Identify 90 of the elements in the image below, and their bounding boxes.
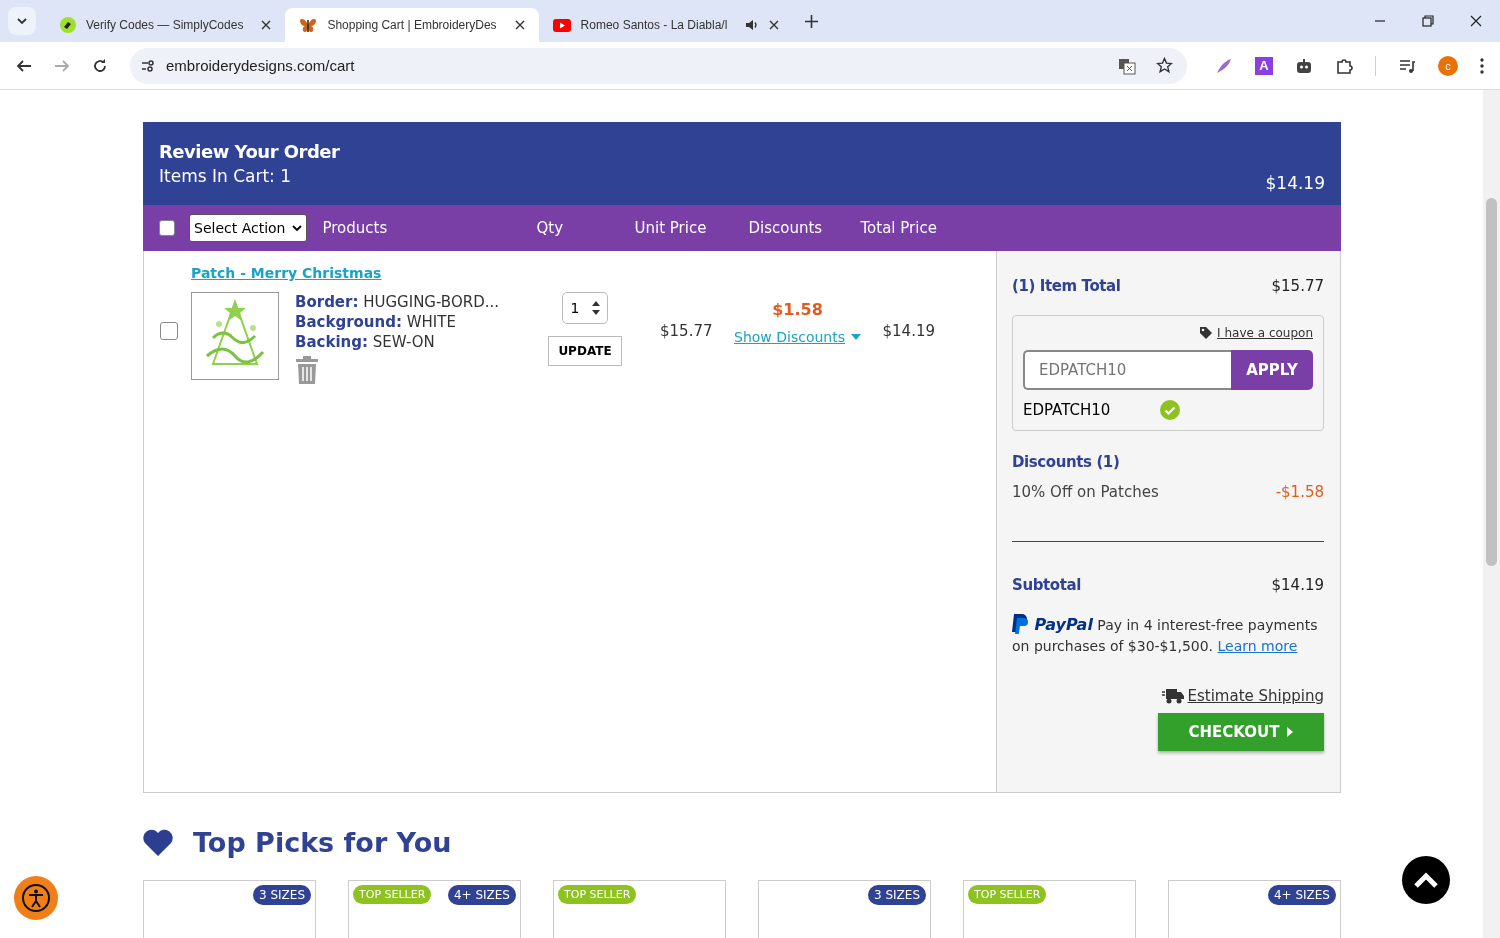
learn-more-link[interactable]: Learn more <box>1217 638 1298 654</box>
stepper-arrows-icon[interactable] <box>591 300 602 316</box>
item-total-label: (1) Item Total <box>1012 277 1121 295</box>
truck-icon <box>1161 688 1184 704</box>
more-menu-icon[interactable] <box>1480 57 1484 74</box>
scrollbar[interactable] <box>1483 90 1500 938</box>
unit-price: $15.77 <box>660 322 713 340</box>
action-select[interactable]: Select Action <box>189 214 307 242</box>
check-circle-icon <box>1160 400 1181 420</box>
chevron-up-icon <box>1413 871 1439 889</box>
product-option: Border: HUGGING-BORD... <box>295 292 545 312</box>
restore-icon[interactable] <box>1422 15 1434 27</box>
site-settings-icon[interactable] <box>140 57 156 74</box>
address-bar[interactable]: embroiderydesigns.com/cart <box>130 47 1187 84</box>
coupon-field[interactable]: EDPATCH10 <box>1023 350 1231 390</box>
url-text: embroiderydesigns.com/cart <box>166 57 355 74</box>
product-card[interactable]: 3 SIZES <box>758 880 931 938</box>
column-header: Products <box>322 219 389 237</box>
applied-coupon-code: EDPATCH10 <box>1023 401 1111 419</box>
column-header: Qty <box>536 219 565 237</box>
close-icon[interactable] <box>261 20 272 30</box>
speaker-icon[interactable] <box>745 18 760 32</box>
scroll-to-top-button[interactable] <box>1402 856 1450 904</box>
select-all-checkbox[interactable] <box>159 220 175 236</box>
estimate-shipping-link[interactable]: Estimate Shipping <box>1187 687 1324 705</box>
close-icon[interactable] <box>769 20 780 30</box>
discounts-title: Discounts (1) <box>1012 453 1121 471</box>
product-card[interactable]: 4+ SIZES <box>1168 880 1341 938</box>
order-title: Review Your Order <box>159 141 340 162</box>
sizes-badge: 3 SIZES <box>252 885 311 905</box>
back-arrow-icon[interactable] <box>16 57 32 74</box>
paypal-icon <box>1012 614 1028 634</box>
product-option: Backing: SEW-ON <box>295 332 545 352</box>
item-checkbox[interactable] <box>160 322 178 340</box>
top-seller-badge: TOP SELLER <box>353 885 432 904</box>
items-count: Items In Cart: 1 <box>159 166 293 186</box>
chevron-down-icon <box>291 224 302 232</box>
tab-title: Romeo Santos - La Diabla/l <box>580 18 728 32</box>
star-icon[interactable] <box>1156 57 1173 74</box>
subtotal-value: $14.19 <box>1271 576 1324 594</box>
coupon-link[interactable]: I have a coupon <box>1217 326 1313 340</box>
column-header: Unit Price <box>634 219 708 237</box>
top-seller-badge: TOP SELLER <box>968 885 1047 904</box>
plus-icon[interactable] <box>805 14 819 28</box>
discount-label: 10% Off on Patches <box>1012 483 1159 501</box>
product-card[interactable]: TOP SELLER 4+ SIZES <box>348 880 521 938</box>
extension-icon[interactable]: A <box>1255 56 1273 75</box>
sizes-badge: 4+ SIZES <box>447 885 516 905</box>
tag-icon <box>60 17 76 33</box>
caret-icon <box>1287 727 1294 737</box>
item-total-value: $15.77 <box>1271 277 1324 295</box>
top-seller-badge: TOP SELLER <box>558 885 637 904</box>
total-price: $14.19 <box>882 322 935 340</box>
sizes-badge: 4+ SIZES <box>1267 885 1336 905</box>
product-card[interactable]: 3 SIZES <box>143 880 316 938</box>
order-total: $14.19 <box>1265 173 1325 193</box>
play-icon <box>552 18 571 32</box>
section-title: Top Picks for You <box>193 827 452 858</box>
update-button[interactable]: UPDATE <box>548 336 622 366</box>
quantity-stepper[interactable]: 1 <box>561 292 609 324</box>
caret-icon <box>851 334 861 340</box>
accessibility-icon <box>21 883 51 913</box>
apply-button[interactable]: APPLY <box>1231 350 1313 390</box>
tab-search-button[interactable] <box>8 7 36 35</box>
puzzle-icon[interactable] <box>1335 56 1353 75</box>
subtotal-label: Subtotal <box>1012 576 1081 594</box>
browser-tab[interactable]: Romeo Santos - La Diabla/l <box>538 8 794 42</box>
reload-icon[interactable] <box>92 57 108 74</box>
accessibility-button[interactable] <box>14 876 58 920</box>
tab-title: Shopping Cart | EmbroideryDes <box>327 18 497 32</box>
column-header: Discounts <box>748 219 824 237</box>
tab-title: Verify Codes — SimplyCodes <box>86 18 244 32</box>
trash-icon[interactable] <box>295 356 319 384</box>
product-option: Background: WHITE <box>295 312 545 332</box>
tag-icon <box>1199 326 1214 340</box>
feather-icon[interactable] <box>1215 56 1233 75</box>
close-icon[interactable] <box>514 20 525 30</box>
translate-icon[interactable] <box>1118 56 1136 75</box>
column-header: Total Price <box>860 219 937 237</box>
sizes-badge: 3 SIZES <box>867 885 926 905</box>
chevron-down-icon <box>16 15 28 27</box>
butterfly-icon <box>299 17 318 33</box>
discount-value: -$1.58 <box>1275 483 1324 501</box>
browser-tab[interactable]: Verify Codes — SimplyCodes <box>46 8 286 42</box>
robot-icon[interactable] <box>1295 56 1313 75</box>
heart-icon <box>143 829 173 856</box>
discount-amount: $1.58 <box>772 300 823 319</box>
close-icon[interactable] <box>1470 15 1482 27</box>
browser-tab[interactable]: Shopping Cart | EmbroideryDes <box>285 8 539 42</box>
paypal-message: PayPal Pay in 4 interest-free payments on purchases of $30-$1,500. Learn more <box>1012 614 1319 656</box>
